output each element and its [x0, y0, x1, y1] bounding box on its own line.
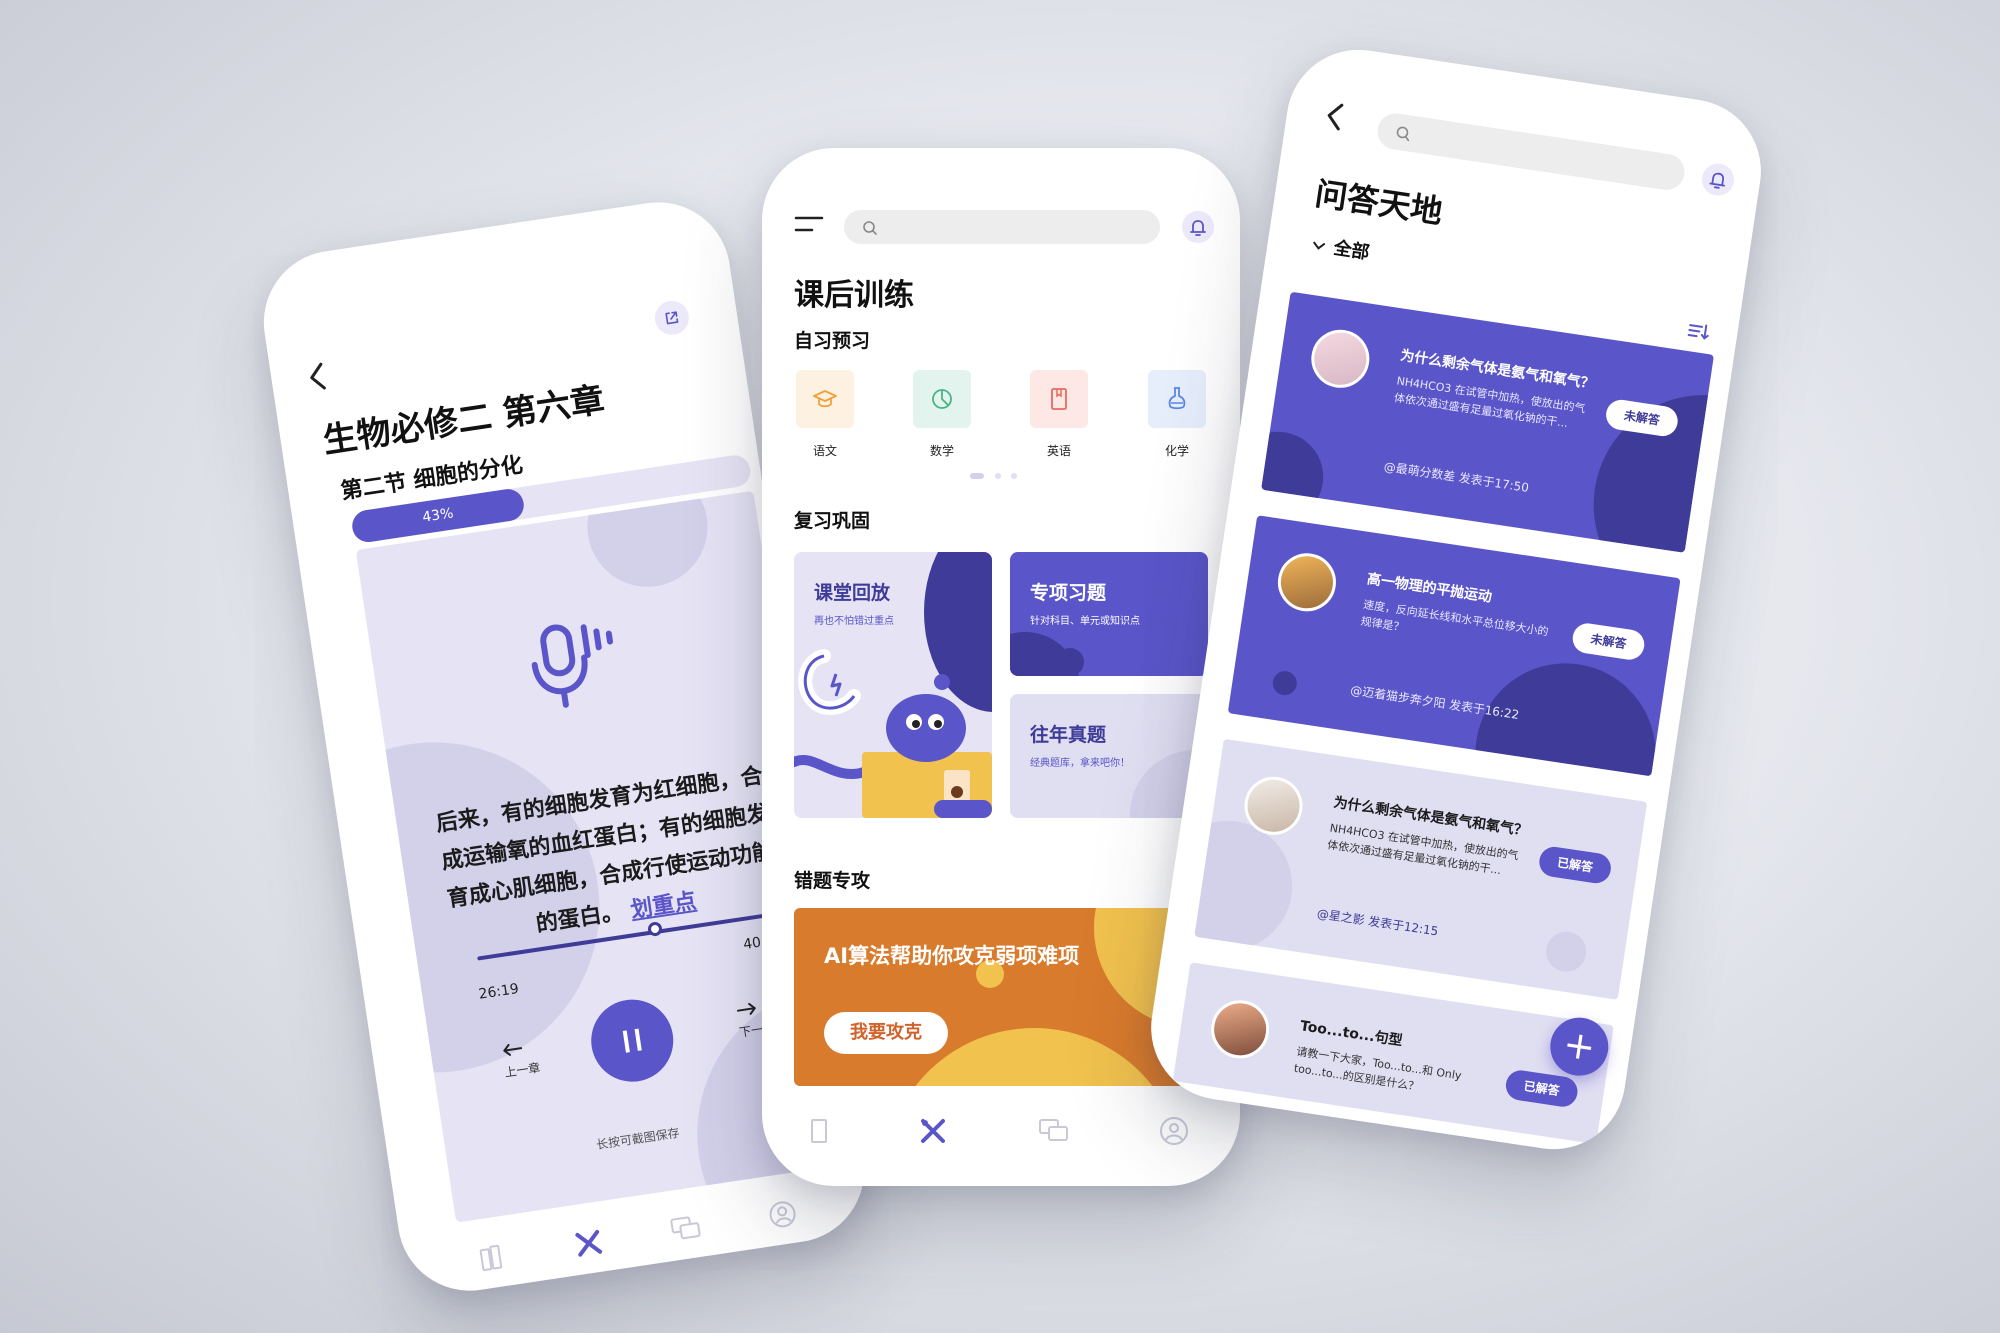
search-icon [1396, 126, 1410, 142]
subject-label: 数学 [929, 444, 954, 458]
question-card[interactable]: 为什么剩余气体是氨气和氧气？ NH4HCO3 在试管中加热，使放出的气体依次通过… [1194, 738, 1648, 1000]
mistakes-heading: 错题专攻 [794, 870, 871, 892]
pause-button[interactable] [585, 994, 679, 1088]
tools-tab-icon[interactable] [570, 1225, 606, 1261]
bell-icon [1190, 220, 1206, 236]
notification-bell[interactable] [1699, 161, 1737, 198]
card-subtitle: 针对科目、单元或知识点 [1030, 616, 1140, 627]
book-icon [1030, 370, 1088, 428]
chapter-title: 生物必修二 第六章 [320, 379, 608, 462]
subject-label: 化学 [1164, 444, 1189, 458]
share-icon[interactable] [652, 298, 692, 338]
question-meta: @最萌分数差 发表于17:50 [1382, 459, 1530, 495]
tools-tab-icon[interactable] [917, 1115, 949, 1147]
filter-label: 全部 [1332, 237, 1371, 264]
preview-heading: 自习预习 [794, 330, 871, 352]
chat-tab-icon[interactable] [668, 1212, 704, 1246]
chat-tab-icon[interactable] [1037, 1116, 1071, 1146]
profile-tab-icon[interactable] [1158, 1115, 1190, 1147]
pause-icon [622, 1028, 642, 1053]
pie-chart-icon [913, 370, 971, 428]
menu-icon[interactable] [794, 214, 824, 234]
avatar[interactable] [1273, 549, 1340, 616]
save-hint: 长按可截图保存 [595, 1125, 681, 1153]
card-subtitle: 经典题库，拿来吧你！ [1030, 758, 1130, 769]
question-body: 速度，反向延长线和水平总位移大小的规律是？ [1359, 597, 1550, 639]
books-tab-icon[interactable] [475, 1241, 509, 1275]
prev-chapter-button[interactable]: 上一章 [500, 1039, 541, 1081]
back-icon[interactable] [306, 361, 330, 394]
status-badge: 已解答 [1537, 844, 1613, 886]
highlight-link[interactable]: 划重点 [629, 889, 698, 923]
filter-dropdown[interactable]: 全部 [1310, 230, 1371, 264]
review-card-replay[interactable]: 课堂回放 再也不怕错过重点 [794, 552, 992, 818]
subject-label: 英语 [1046, 444, 1071, 458]
review-card-past-exams[interactable]: 往年真题 经典题库，拿来吧你！ [1010, 694, 1208, 818]
subject-label: 语文 [812, 444, 837, 458]
card-subtitle: 再也不怕错过重点 [814, 616, 894, 627]
search-input[interactable] [1375, 110, 1688, 193]
subject-chinese[interactable]: 语文 [794, 370, 856, 459]
subject-math[interactable]: 数学 [911, 370, 973, 459]
card-title: 往年真题 [1030, 724, 1107, 746]
notification-bell[interactable] [1182, 211, 1214, 243]
books-tab-icon[interactable] [811, 1116, 830, 1146]
status-badge: 未解答 [1570, 621, 1647, 662]
review-heading: 复习巩固 [794, 510, 871, 532]
subject-english[interactable]: 英语 [1028, 370, 1090, 459]
profile-tab-icon[interactable] [765, 1197, 799, 1231]
prev-label: 上一章 [503, 1060, 542, 1080]
page-indicator [970, 473, 1017, 479]
subject-chemistry[interactable]: 化学 [1146, 370, 1208, 459]
status-badge: 已解答 [1503, 1068, 1580, 1109]
mascot-illustration [794, 649, 992, 818]
card-title: 课堂回放 [814, 582, 891, 604]
review-card-exercises[interactable]: 专项习题 针对科目、单元或知识点 [1010, 552, 1208, 676]
avatar[interactable] [1307, 325, 1374, 392]
search-icon [863, 221, 877, 235]
question-card[interactable]: 为什么剩余气体是氨气和氧气？ NH4HCO3 在试管中加热，使放出的气体依次通过… [1261, 291, 1715, 553]
tab-bar [762, 1076, 1240, 1186]
question-body: 请教一下大家，Too...to...和 Only too...to...的区别是… [1293, 1044, 1463, 1094]
flask-icon [1148, 370, 1206, 428]
graduation-cap-icon [796, 370, 854, 428]
voice-icon [518, 609, 627, 718]
page-title: 问答天地 [1312, 174, 1445, 231]
search-input[interactable] [844, 210, 1160, 244]
question-meta: @星之影 发表于12:15 [1316, 906, 1440, 939]
page-title: 课后训练 [794, 278, 914, 313]
question-meta: @迈着猫步奔夕阳 发表于16:22 [1349, 682, 1521, 723]
card-title: 专项习题 [1030, 582, 1107, 604]
ai-banner[interactable]: AI算法帮助你攻克弱项难项 我要攻克 [794, 908, 1208, 1086]
ai-banner-title: AI算法帮助你攻克弱项难项 [824, 944, 1080, 968]
back-icon[interactable] [1323, 100, 1347, 133]
sort-icon[interactable] [1686, 321, 1710, 342]
avatar[interactable] [1207, 996, 1274, 1063]
attack-button[interactable]: 我要攻克 [824, 1012, 948, 1054]
bell-icon [1709, 172, 1726, 189]
question-card[interactable]: 高一物理的平抛运动 速度，反向延长线和水平总位移大小的规律是？ 未解答 @迈着猫… [1227, 515, 1681, 777]
chevron-down-icon [1311, 240, 1326, 252]
